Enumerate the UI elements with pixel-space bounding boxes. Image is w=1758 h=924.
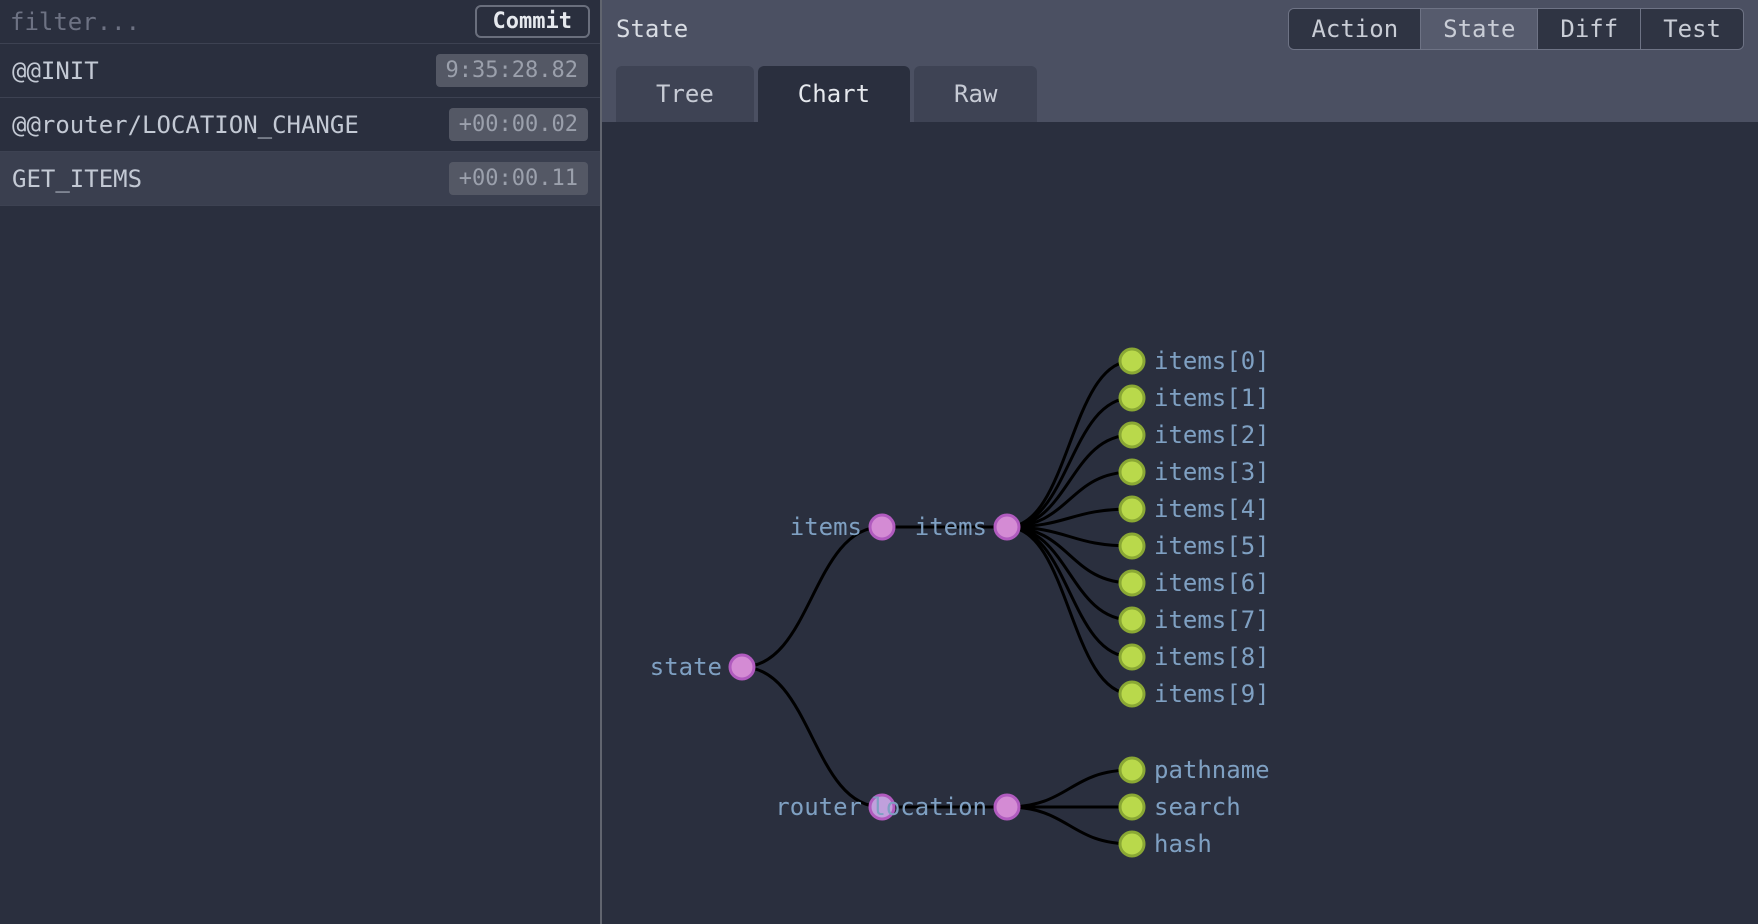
node-state[interactable]	[730, 655, 754, 679]
tab-state[interactable]: State	[1421, 9, 1538, 49]
node-items-2[interactable]	[1120, 423, 1144, 447]
node-items-1-label: items[1]	[1154, 384, 1270, 412]
inspector-panel: State ActionStateDiffTest TreeChartRaw s…	[602, 0, 1758, 924]
action-name: @@router/LOCATION_CHANGE	[12, 111, 359, 139]
node-items-4[interactable]	[1120, 497, 1144, 521]
node-items[interactable]	[870, 515, 894, 539]
node-items-5-label: items[5]	[1154, 532, 1270, 560]
subtab-raw[interactable]: Raw	[914, 66, 1037, 122]
node-location-pathname[interactable]	[1120, 758, 1144, 782]
node-items-0[interactable]	[1120, 349, 1144, 373]
tab-diff[interactable]: Diff	[1538, 9, 1641, 49]
state-chart-area[interactable]: state items items router location items[0] ite…	[602, 122, 1758, 924]
node-state-label: state	[650, 653, 722, 681]
node-items-2-label: items[2]	[1154, 421, 1270, 449]
action-time: +00:00.11	[449, 162, 588, 195]
node-items-label: items	[790, 513, 862, 541]
node-location-search[interactable]	[1120, 795, 1144, 819]
node-items-1[interactable]	[1120, 386, 1144, 410]
node-items-8[interactable]	[1120, 645, 1144, 669]
node-items-8-label: items[8]	[1154, 643, 1270, 671]
action-row[interactable]: @@INIT 9:35:28.82	[0, 44, 600, 98]
node-items-inner[interactable]	[995, 515, 1019, 539]
subtab-tree[interactable]: Tree	[616, 66, 754, 122]
node-location-label: location	[871, 793, 987, 821]
state-tree-chart[interactable]: state items items router location items[0] ite…	[602, 122, 1758, 924]
action-name: @@INIT	[12, 57, 99, 85]
node-items-7[interactable]	[1120, 608, 1144, 632]
node-items-0-label: items[0]	[1154, 347, 1270, 375]
action-row[interactable]: @@router/LOCATION_CHANGE +00:00.02	[0, 98, 600, 152]
node-location-hash-label: hash	[1154, 830, 1212, 858]
node-items-3-label: items[3]	[1154, 458, 1270, 486]
inspector-subtabs: TreeChartRaw	[602, 58, 1758, 122]
action-time: 9:35:28.82	[436, 54, 588, 87]
action-time: +00:00.02	[449, 108, 588, 141]
node-items-6-label: items[6]	[1154, 569, 1270, 597]
node-items-6[interactable]	[1120, 571, 1144, 595]
inspector-header: State ActionStateDiffTest	[602, 0, 1758, 58]
node-location-pathname-label: pathname	[1154, 756, 1270, 784]
node-items-3[interactable]	[1120, 460, 1144, 484]
action-name: GET_ITEMS	[12, 165, 142, 193]
subtab-chart[interactable]: Chart	[758, 66, 910, 122]
inspector-mode-tabs: ActionStateDiffTest	[1288, 8, 1744, 50]
action-row[interactable]: GET_ITEMS +00:00.11	[0, 152, 600, 206]
filter-input[interactable]	[10, 8, 475, 36]
tab-action[interactable]: Action	[1289, 9, 1421, 49]
node-items-7-label: items[7]	[1154, 606, 1270, 634]
node-items-4-label: items[4]	[1154, 495, 1270, 523]
inspector-title: State	[616, 15, 688, 43]
node-location[interactable]	[995, 795, 1019, 819]
commit-button[interactable]: Commit	[475, 5, 590, 38]
node-items-9-label: items[9]	[1154, 680, 1270, 708]
node-router-label: router	[775, 793, 862, 821]
node-location-hash[interactable]	[1120, 832, 1144, 856]
filter-bar: Commit	[0, 0, 600, 44]
node-items-5[interactable]	[1120, 534, 1144, 558]
node-location-search-label: search	[1154, 793, 1241, 821]
node-items-inner-label: items	[915, 513, 987, 541]
node-items-9[interactable]	[1120, 682, 1144, 706]
tab-test[interactable]: Test	[1641, 9, 1743, 49]
action-log-panel: Commit @@INIT 9:35:28.82 @@router/LOCATION…	[0, 0, 602, 924]
action-list: @@INIT 9:35:28.82 @@router/LOCATION_CHANGE…	[0, 44, 600, 924]
